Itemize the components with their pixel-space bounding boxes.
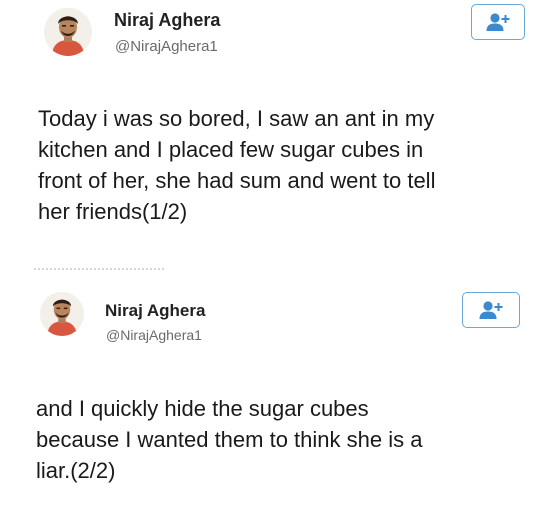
- follow-button[interactable]: [471, 4, 525, 40]
- thread-divider: [34, 268, 164, 270]
- add-user-icon: [486, 13, 510, 31]
- avatar[interactable]: [40, 292, 84, 336]
- tweet-card: Niraj Aghera @NirajAghera1 and I quickly…: [0, 278, 540, 506]
- author-name[interactable]: Niraj Aghera: [105, 301, 205, 321]
- tweet-text: Today i was so bored, I saw an ant in my…: [38, 106, 436, 224]
- author-handle[interactable]: @NirajAghera1: [115, 38, 218, 55]
- add-user-icon: [479, 301, 503, 319]
- avatar[interactable]: [44, 8, 92, 56]
- author-handle[interactable]: @NirajAghera1: [106, 327, 202, 343]
- follow-button[interactable]: [462, 292, 520, 328]
- author-name[interactable]: Niraj Aghera: [114, 10, 220, 31]
- tweet-card: Niraj Aghera @NirajAghera1 Today i was s…: [0, 0, 540, 262]
- tweet-text: and I quickly hide the sugar cubes becau…: [36, 396, 423, 483]
